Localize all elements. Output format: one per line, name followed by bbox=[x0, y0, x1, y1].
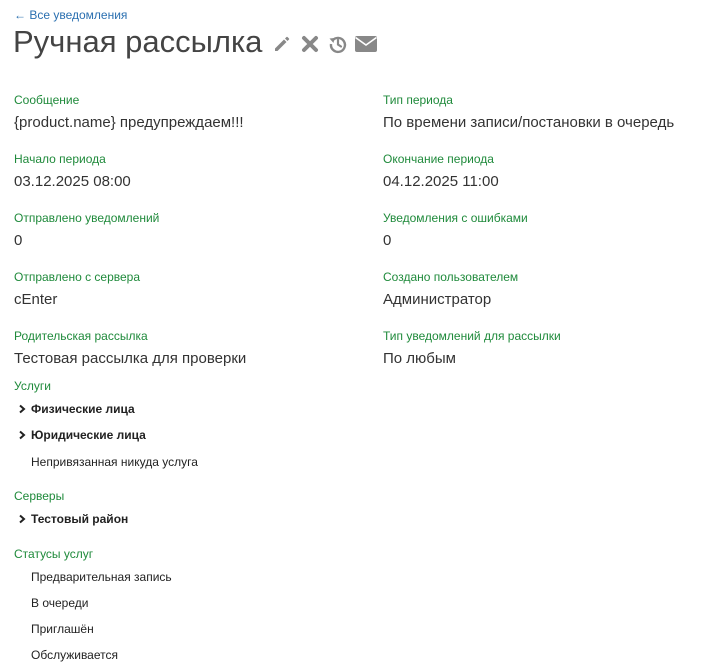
chevron-right-icon bbox=[19, 514, 26, 524]
message-field: Сообщение {product.name} предупреждаем!!… bbox=[14, 92, 244, 133]
chevron-right-icon bbox=[19, 430, 26, 440]
notification-type-value: По любым bbox=[383, 350, 456, 367]
tree-item-status[interactable]: В очереди bbox=[31, 595, 88, 611]
period-start-value: 03.12.2025 08:00 bbox=[14, 173, 131, 190]
tree-item-service[interactable]: Непривязанная никуда услуга bbox=[31, 454, 198, 470]
history-icon bbox=[329, 36, 347, 54]
edit-button[interactable] bbox=[270, 32, 294, 56]
tree-item-label: Приглашён bbox=[31, 622, 94, 636]
page-header: Ручная рассылка bbox=[13, 24, 382, 60]
page-title: Ручная рассылка bbox=[13, 24, 263, 59]
tree-item-label: Предварительная запись bbox=[31, 570, 172, 584]
parent-mailing-label: Родительская рассылка bbox=[14, 329, 148, 343]
chevron-right-icon bbox=[19, 404, 26, 414]
period-start-field: Начало периода 03.12.2025 08:00 bbox=[14, 151, 131, 192]
period-type-field: Тип периода По времени записи/постановки… bbox=[383, 92, 674, 133]
tree-item-label: Обслуживается bbox=[31, 648, 118, 662]
message-value: {product.name} предупреждаем!!! bbox=[14, 114, 244, 131]
pencil-icon bbox=[275, 36, 290, 51]
tree-item-label: Тестовый район bbox=[31, 512, 129, 526]
back-to-notifications-link[interactable]: ← Все уведомления bbox=[14, 7, 127, 23]
tree-item-status[interactable]: Обслуживается bbox=[31, 647, 118, 663]
parent-mailing-value: Тестовая рассылка для проверки bbox=[14, 350, 247, 367]
period-end-label: Окончание периода bbox=[383, 152, 494, 166]
tree-item-label: Непривязанная никуда услуга bbox=[31, 455, 198, 469]
tree-item-label: В очереди bbox=[31, 596, 89, 610]
tree-item-service[interactable]: Юридические лица bbox=[18, 427, 146, 443]
close-icon bbox=[302, 36, 319, 52]
envelope-icon bbox=[355, 36, 378, 52]
period-end-value: 04.12.2025 11:00 bbox=[383, 173, 499, 190]
sent-count-field: Отправлено уведомлений 0 bbox=[14, 210, 159, 251]
history-button[interactable] bbox=[326, 32, 350, 56]
send-email-button[interactable] bbox=[354, 32, 378, 56]
period-type-value: По времени записи/постановки в очередь bbox=[383, 114, 675, 131]
tree-item-status[interactable]: Предварительная запись bbox=[31, 569, 172, 585]
parent-mailing-field: Родительская рассылка Тестовая рассылка … bbox=[14, 328, 246, 369]
notification-type-field: Тип уведомлений для рассылки По любым bbox=[383, 328, 561, 369]
notification-type-label: Тип уведомлений для рассылки bbox=[383, 329, 561, 343]
created-by-value: Администратор bbox=[383, 291, 492, 308]
period-start-label: Начало периода bbox=[14, 152, 106, 166]
message-label: Сообщение bbox=[14, 93, 80, 107]
title-actions bbox=[270, 32, 382, 56]
created-by-field: Создано пользователем Администратор bbox=[383, 269, 518, 310]
statuses-label: Статусы услуг bbox=[14, 547, 94, 561]
tree-item-label: Юридические лица bbox=[31, 428, 146, 442]
period-end-field: Окончание периода 04.12.2025 11:00 bbox=[383, 151, 499, 192]
tree-item-service[interactable]: Физические лица bbox=[18, 401, 135, 417]
sent-count-value: 0 bbox=[14, 232, 23, 249]
error-count-value: 0 bbox=[383, 232, 392, 249]
services-label: Услуги bbox=[14, 379, 51, 393]
tree-item-server[interactable]: Тестовый район bbox=[18, 511, 128, 527]
sent-count-label: Отправлено уведомлений bbox=[14, 211, 160, 225]
servers-label: Серверы bbox=[14, 489, 65, 503]
error-count-field: Уведомления с ошибками 0 bbox=[383, 210, 528, 251]
sent-from-server-value: cEnter bbox=[14, 291, 58, 308]
period-type-label: Тип периода bbox=[383, 93, 453, 107]
created-by-label: Создано пользователем bbox=[383, 270, 519, 284]
delete-button[interactable] bbox=[298, 32, 322, 56]
sent-from-server-field: Отправлено с сервера cEnter bbox=[14, 269, 140, 310]
tree-item-status[interactable]: Приглашён bbox=[31, 621, 94, 637]
sent-from-server-label: Отправлено с сервера bbox=[14, 270, 141, 284]
error-count-label: Уведомления с ошибками bbox=[383, 211, 528, 225]
tree-item-label: Физические лица bbox=[31, 402, 135, 416]
